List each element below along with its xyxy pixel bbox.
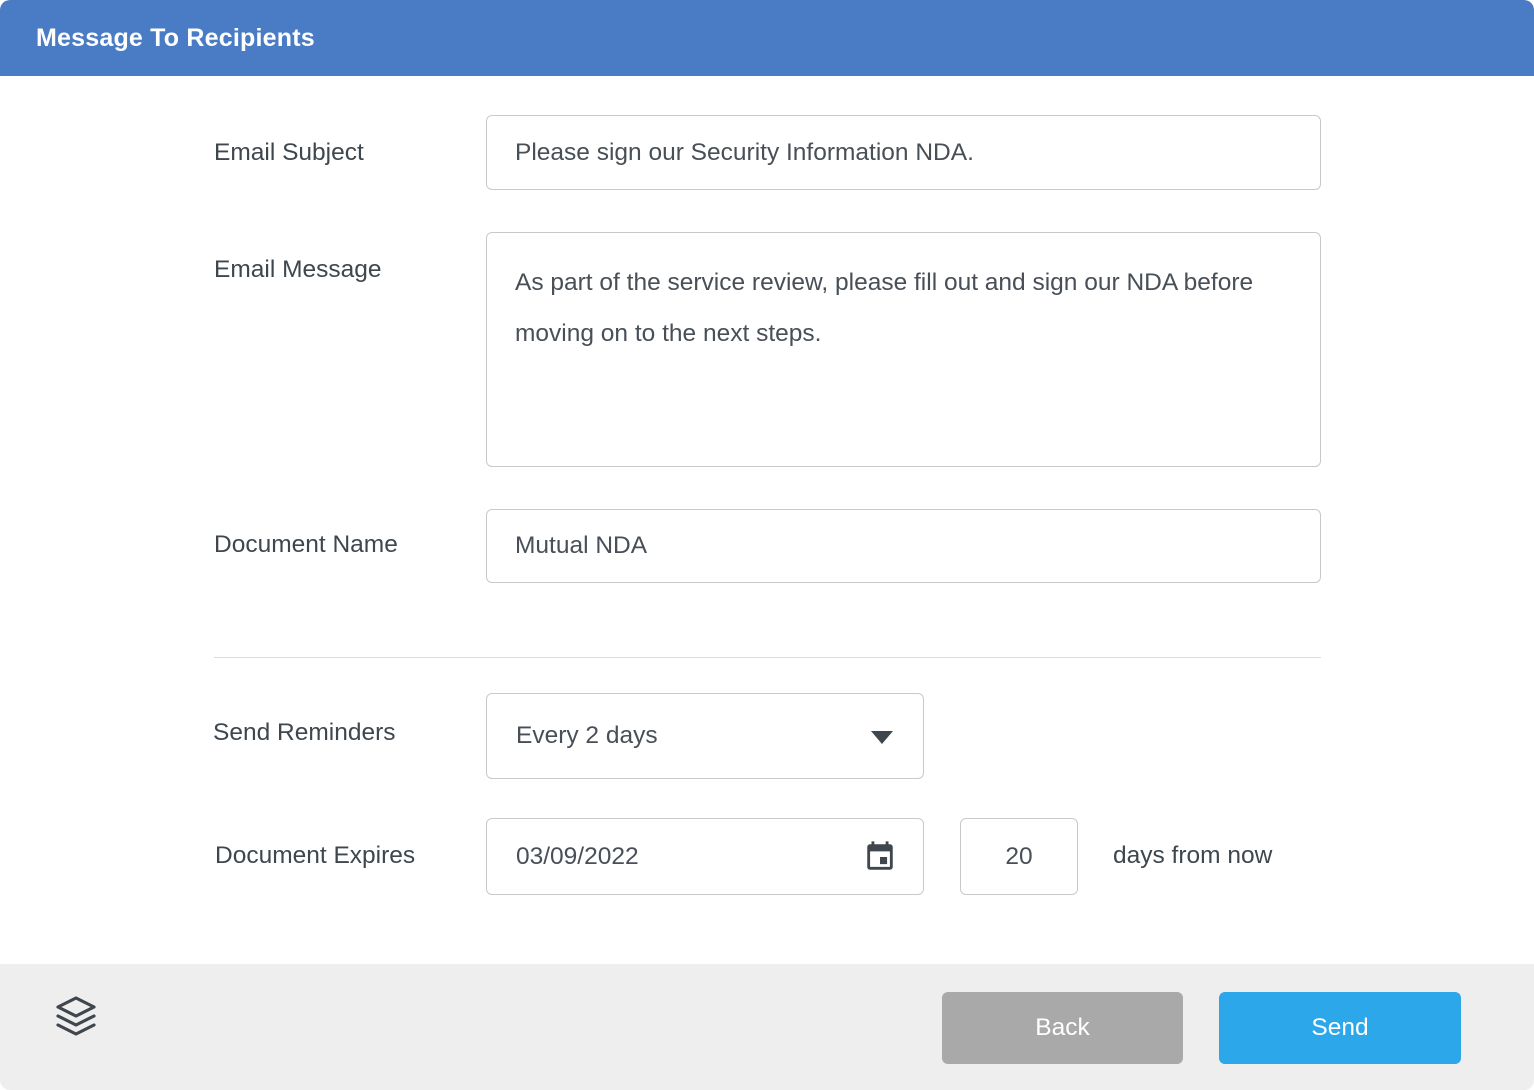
days-from-now-label: days from now (1113, 842, 1272, 870)
document-name-label: Document Name (214, 531, 398, 559)
email-message-label: Email Message (214, 256, 381, 284)
layers-icon (52, 992, 100, 1040)
send-reminders-select[interactable]: Every 2 days (486, 693, 924, 779)
document-expires-date-value: 03/09/2022 (516, 843, 639, 871)
document-expires-date-input[interactable]: 03/09/2022 (486, 818, 924, 895)
modal-footer: Back Send (0, 964, 1534, 1090)
chevron-down-icon (871, 731, 893, 744)
document-expires-label: Document Expires (215, 842, 415, 870)
document-name-input[interactable] (486, 509, 1321, 583)
send-reminders-value: Every 2 days (516, 722, 658, 750)
send-button[interactable]: Send (1219, 992, 1461, 1064)
page-title: Message To Recipients (36, 24, 315, 53)
message-to-recipients-modal: Message To Recipients Email Subject Emai… (0, 0, 1534, 1090)
section-divider (214, 657, 1321, 658)
calendar-icon[interactable] (863, 840, 897, 874)
expires-days-input[interactable] (960, 818, 1078, 895)
email-message-textarea[interactable]: As part of the service review, please fi… (486, 232, 1321, 467)
email-subject-label: Email Subject (214, 139, 364, 167)
send-reminders-label: Send Reminders (213, 719, 395, 747)
modal-header: Message To Recipients (0, 0, 1534, 76)
email-subject-input[interactable] (486, 115, 1321, 190)
back-button[interactable]: Back (942, 992, 1183, 1064)
